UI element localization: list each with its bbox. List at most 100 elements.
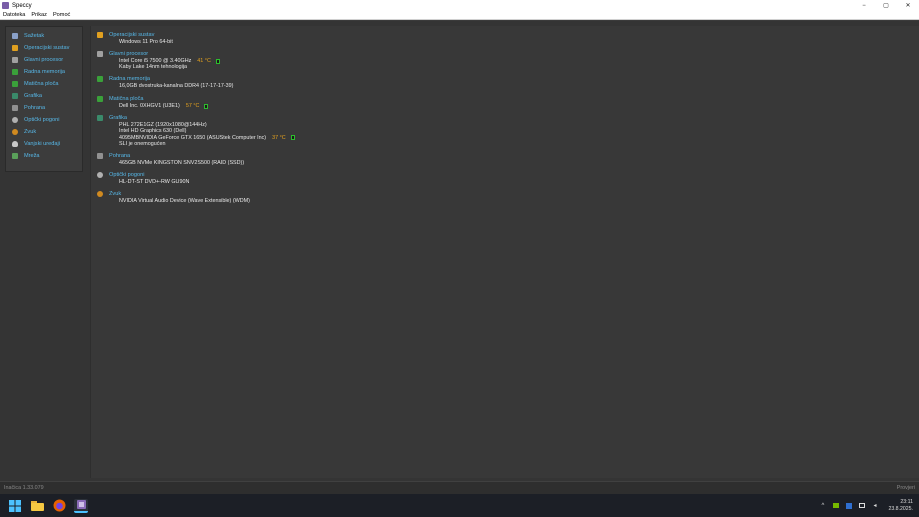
sidebar: Sažetak Operacijski sustav Glavni proces… [5,26,83,172]
sidebar-item-network[interactable]: Mreža [6,150,82,162]
window-controls: − ▢ ✕ [853,0,919,11]
windows-logo-icon [9,499,21,512]
cpu-section: Glavni procesor Intel Core i5 7500 @ 3.4… [97,50,220,71]
temp-indicator-icon [290,135,295,141]
sidebar-item-label: Vanjski uređaji [24,141,60,147]
speaker-icon [97,191,103,197]
disc-icon [12,117,18,123]
speccy-icon [76,500,86,509]
menu-file[interactable]: Datoteka [0,12,28,18]
motherboard-section: Matična ploča Dell Inc. 0XHGV1 (U3E1) 57 … [97,95,209,109]
nvidia-icon[interactable] [832,502,839,509]
windows-icon [12,45,18,51]
sidebar-item-os[interactable]: Operacijski sustav [6,42,82,54]
optical-section: Optički pogoni HL-DT-ST DVD+-RW GU90N [97,171,189,185]
main-area: Sažetak Operacijski sustav Glavni proces… [0,21,919,481]
speccy-app-icon [2,2,9,9]
clock-date: 23.8.2025. [888,505,913,512]
sidebar-item-label: Mreža [24,153,40,159]
optical-value: HL-DT-ST DVD+-RW GU90N [119,179,190,185]
ram-title[interactable]: Radna memorija [109,76,150,82]
sidebar-item-label: Optički pogoni [24,117,60,123]
storage-icon [97,153,103,159]
firefox-button[interactable] [52,499,66,513]
app-tray-icon[interactable] [845,502,852,509]
status-bar: Inačica 1.33.079 Provjeri [0,481,919,494]
menu-help[interactable]: Pomoć [50,12,73,18]
sidebar-item-summary[interactable]: Sažetak [6,30,82,42]
windows-icon [97,32,103,38]
menu-view[interactable]: Prikaz [28,12,50,18]
storage-value: 465GB NVMe KINGSTON SNV2S500 (RAID (SSD)… [119,160,245,166]
monitor-icon [12,93,18,99]
title-bar: Speccy − ▢ ✕ [0,0,919,11]
os-title[interactable]: Operacijski sustav [109,32,154,38]
window-title: Speccy [12,2,32,9]
cpu-icon [97,51,103,57]
ram-section: Radna memorija 16,0GB dvostruka-kanalna … [97,75,233,89]
os-section: Operacijski sustav Windows 11 Pro 64-bit [97,31,173,45]
sidebar-item-label: Matična ploča [24,81,59,87]
disc-icon [97,172,103,178]
audio-title[interactable]: Zvuk [109,191,121,197]
sidebar-item-label: Sažetak [24,33,45,39]
optical-title[interactable]: Optički pogoni [109,172,144,178]
gpu-temp: 37 °C [272,134,286,141]
cpu-title[interactable]: Glavni procesor [109,51,148,57]
minimize-button[interactable]: − [853,0,875,11]
speaker-icon [12,129,18,135]
temp-indicator-icon [215,58,220,64]
sidebar-item-label: Zvuk [24,129,37,135]
cpu-tech: Kaby Lake 14nm tehnologija [119,64,188,71]
clock[interactable]: 23:11 23.8.2025. [888,499,913,513]
close-button[interactable]: ✕ [897,0,919,11]
graphics-title[interactable]: Grafika [109,115,127,121]
monitor-icon [97,115,103,121]
sidebar-item-motherboard[interactable]: Matična ploča [6,78,82,90]
sidebar-item-optical[interactable]: Optički pogoni [6,114,82,126]
cpu-temp: 41 °C [197,58,211,64]
sidebar-item-cpu[interactable]: Glavni procesor [6,54,82,66]
sli-value: SLI je onemogućen [119,140,166,147]
sidebar-item-peripherals[interactable]: Vanjski uređaji [6,138,82,150]
sidebar-item-storage[interactable]: Pohrana [6,102,82,114]
sidebar-item-ram[interactable]: Radna memorija [6,66,82,78]
chevron-up-icon[interactable]: ^ [819,502,826,509]
sidebar-item-label: Glavni procesor [24,57,64,63]
ram-value: 16,0GB dvostruka-kanalna DDR4 (17-17-17-… [119,83,234,89]
sidebar-item-graphics[interactable]: Grafika [6,90,82,102]
os-value: Windows 11 Pro 64-bit [119,39,173,45]
sidebar-item-audio[interactable]: Zvuk [6,126,82,138]
speccy-taskbar-button[interactable] [74,498,88,513]
storage-title[interactable]: Pohrana [109,153,130,159]
motherboard-value: Dell Inc. 0XHGV1 (U3E1) 57 °C [119,103,209,109]
mouse-icon [12,141,18,147]
summary-panel: Operacijski sustav Windows 11 Pro 64-bit… [90,26,919,478]
storage-icon [12,105,18,111]
taskbar: ^ ◂ 23:11 23.8.2025. [0,494,919,517]
cpu-icon [12,57,18,63]
motherboard-name: Dell Inc. 0XHGV1 (U3E1) [119,103,180,109]
network-status-icon[interactable] [858,502,865,509]
audio-section: Zvuk NVIDIA Virtual Audio Device (Wave E… [97,190,250,204]
clock-time: 23:11 [900,498,913,505]
motherboard-icon [12,81,18,87]
audio-value: NVIDIA Virtual Audio Device (Wave Extens… [119,198,250,204]
volume-icon[interactable]: ◂ [871,502,878,509]
file-explorer-button[interactable] [30,499,44,513]
sidebar-item-label: Radna memorija [24,69,66,75]
check-update-link[interactable]: Provjeri [897,485,915,491]
firefox-icon [53,499,65,512]
ram-icon [12,69,18,75]
sidebar-item-label: Operacijski sustav [24,45,70,51]
motherboard-icon [97,96,103,102]
sidebar-item-label: Grafika [24,93,43,99]
sidebar-item-label: Pohrana [24,105,46,111]
storage-section: Pohrana 465GB NVMe KINGSTON SNV2S500 (RA… [97,152,244,166]
motherboard-title[interactable]: Matična ploča [109,96,144,102]
start-button[interactable] [8,499,22,513]
summary-icon [12,33,18,39]
temp-indicator-icon [204,103,209,109]
version-label: Inačica 1.33.079 [4,485,44,491]
maximize-button[interactable]: ▢ [875,0,897,11]
